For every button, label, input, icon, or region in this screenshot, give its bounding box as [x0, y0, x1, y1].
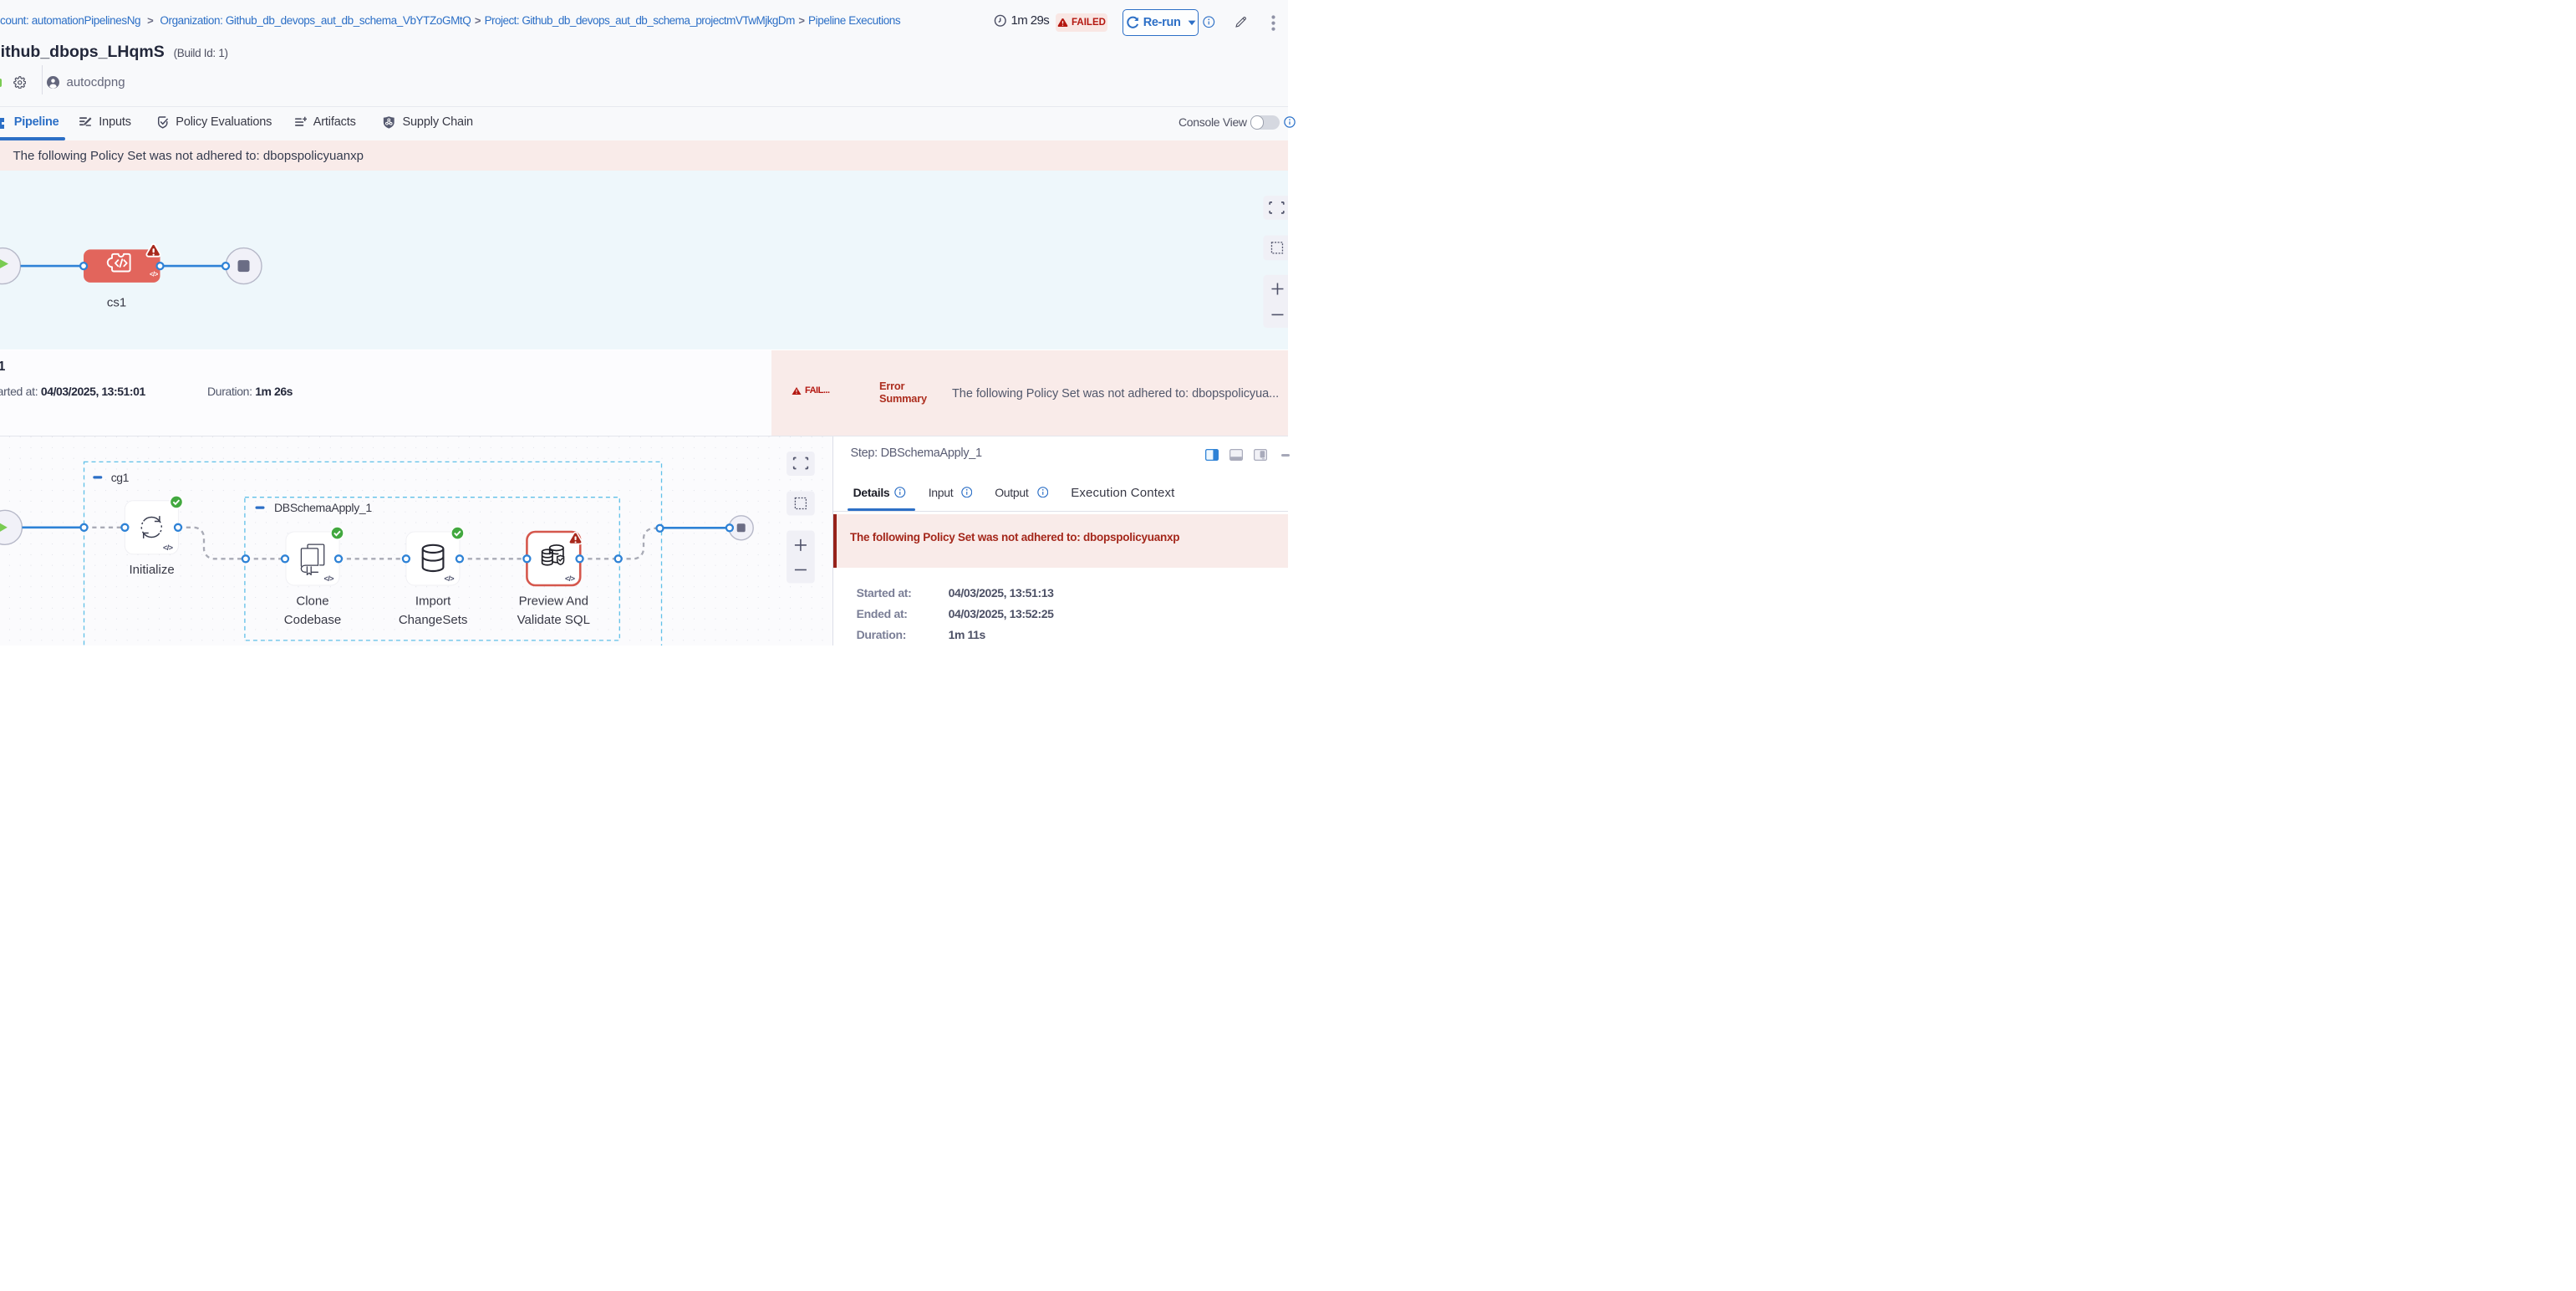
svg-text:</>: </>	[565, 574, 575, 583]
svg-text:Validate SQL: Validate SQL	[517, 613, 590, 627]
svg-text:Codebase: Codebase	[284, 613, 341, 627]
svg-text:</>: </>	[445, 574, 455, 583]
svg-text:</>: </>	[324, 574, 334, 583]
svg-text:Preview And: Preview And	[519, 594, 588, 608]
svg-text:</>: </>	[163, 543, 173, 552]
svg-text:Initialize: Initialize	[129, 563, 174, 577]
svg-text:</>: </>	[150, 270, 159, 278]
svg-text:cg1: cg1	[111, 470, 130, 483]
svg-text:DBSchemaApply_1: DBSchemaApply_1	[274, 501, 372, 514]
svg-text:cs1: cs1	[107, 295, 126, 309]
svg-text:Clone: Clone	[296, 594, 328, 608]
svg-text:Import: Import	[415, 594, 451, 608]
svg-text:ChangeSets: ChangeSets	[399, 613, 468, 627]
